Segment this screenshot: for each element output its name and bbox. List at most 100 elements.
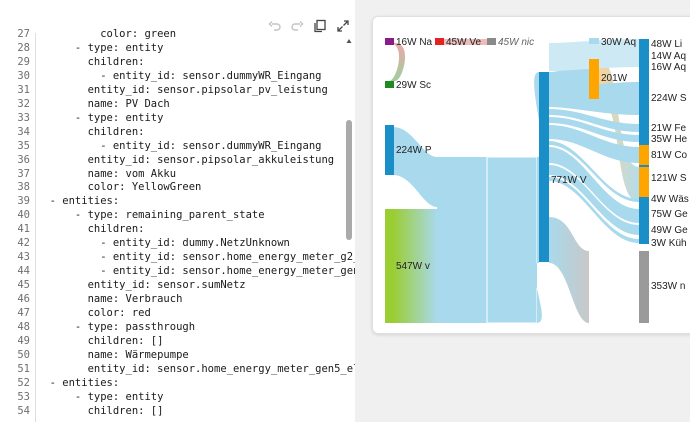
code-text[interactable]: children: []	[37, 404, 164, 418]
code-line[interactable]: 31 entity_id: sensor.pipsolar_pv_leistun…	[0, 83, 345, 97]
line-number: 40	[17, 209, 30, 222]
node-orange-seg1	[639, 145, 649, 165]
code-text[interactable]: entity_id: sensor.sumNetz	[37, 278, 246, 292]
code-text[interactable]: children:	[37, 222, 145, 236]
code-text[interactable]: color: red	[37, 306, 151, 320]
line-number: 49	[17, 334, 30, 347]
label-src1: 16W Na	[396, 37, 433, 48]
line-number: 27	[17, 28, 30, 40]
label-t9: 4W Wäs	[651, 194, 689, 205]
node-src3	[487, 38, 496, 45]
line-number: 30	[17, 69, 30, 82]
code-line[interactable]: 49 children: []	[0, 334, 345, 348]
line-number: 34	[17, 125, 30, 138]
label-src6: 547W v	[396, 261, 430, 272]
line-number: 29	[17, 55, 30, 68]
code-text[interactable]: - type: entity	[37, 390, 164, 404]
code-text[interactable]: - entities:	[37, 376, 120, 390]
code-line[interactable]: 46 name: Verbrauch	[0, 292, 345, 306]
code-text[interactable]: name: Verbrauch	[37, 292, 183, 306]
code-text[interactable]: name: Wärmepumpe	[37, 348, 189, 362]
code-text[interactable]: entity_id: sensor.home_energy_meter_gen5…	[37, 362, 355, 376]
label-src2: 45W Ve	[446, 37, 481, 48]
code-line[interactable]: 52 - entities:	[0, 376, 345, 390]
label-t12: 3W Küh	[651, 238, 687, 249]
line-number: 31	[17, 83, 30, 96]
code-text[interactable]: - type: passthrough	[37, 320, 195, 334]
code-text[interactable]: children:	[37, 125, 145, 139]
code-line[interactable]: 53 - type: entity	[0, 390, 345, 404]
code-line[interactable]: 45 entity_id: sensor.sumNetz	[0, 278, 345, 292]
line-number: 51	[17, 362, 30, 375]
line-number: 39	[17, 195, 30, 208]
code-text[interactable]: - entity_id: dummy.NetzUnknown	[37, 236, 290, 250]
code-line[interactable]: 34 children:	[0, 125, 345, 139]
label-right-201: 201W	[601, 73, 628, 84]
code-text[interactable]: - entity_id: sensor.home_energy_meter_g2…	[37, 250, 355, 264]
code-text[interactable]: name: vom Akku	[37, 167, 177, 181]
line-number: 44	[17, 265, 30, 278]
label-t10: 75W Ge	[651, 209, 688, 220]
code-text[interactable]: children: []	[37, 334, 164, 348]
yaml-editor[interactable]: 27 color: green 28 - type: entity 29 child…	[0, 0, 355, 422]
vertical-scrollbar[interactable]	[346, 120, 352, 240]
code-line[interactable]: 35 - entity_id: sensor.dummyWR_Eingang	[0, 139, 345, 153]
node-top	[589, 38, 599, 44]
link-pv	[393, 127, 437, 207]
code-text[interactable]: children:	[37, 55, 145, 69]
line-number: 45	[17, 279, 30, 292]
line-number: 32	[17, 97, 30, 110]
code-line[interactable]: 38 color: YellowGreen	[0, 180, 345, 194]
label-t6: 35W He	[651, 134, 688, 145]
link-red-green	[389, 43, 406, 81]
code-text[interactable]: - entity_id: sensor.dummyWR_Eingang	[37, 139, 321, 153]
label-src4: 29W Sc	[396, 80, 431, 91]
line-number: 54	[17, 404, 30, 417]
code-text[interactable]: - entity_id: sensor.dummyWR_Eingang	[37, 69, 321, 83]
label-src3: 45W nic	[498, 37, 534, 48]
node-src2	[435, 38, 444, 45]
label-right-top: 30W Aq	[601, 37, 636, 48]
code-line[interactable]: 32 name: PV Dach	[0, 97, 345, 111]
code-text[interactable]: - type: entity	[37, 41, 164, 55]
code-text[interactable]: name: PV Dach	[37, 97, 170, 111]
code-text[interactable]: - type: remaining_parent_state	[37, 208, 265, 222]
code-area[interactable]: 27 color: green 28 - type: entity 29 child…	[0, 28, 355, 422]
code-line[interactable]: 47 color: red	[0, 306, 345, 320]
code-line[interactable]: 40 - type: remaining_parent_state	[0, 208, 345, 222]
label-t4: 224W S	[651, 93, 687, 104]
code-line[interactable]: 27 color: green	[0, 27, 345, 41]
code-line[interactable]: 36 entity_id: sensor.pipsolar_akkuleistu…	[0, 153, 345, 167]
code-text[interactable]: color: YellowGreen	[37, 180, 202, 194]
line-number: 42	[17, 237, 30, 250]
code-line[interactable]: 43 - entity_id: sensor.home_energy_meter…	[0, 250, 355, 264]
code-text[interactable]: entity_id: sensor.pipsolar_akkuleistung	[37, 153, 335, 167]
code-text[interactable]: entity_id: sensor.pipsolar_pv_leistung	[37, 83, 328, 97]
code-line[interactable]: 42 - entity_id: dummy.NetzUnknown	[0, 236, 345, 250]
scroll-up-icon[interactable]	[346, 30, 352, 43]
node-mid	[539, 72, 549, 262]
code-text[interactable]: color: green	[37, 27, 176, 41]
code-line[interactable]: 37 name: vom Akku	[0, 167, 345, 181]
code-line[interactable]: 41 children:	[0, 222, 345, 236]
code-line[interactable]: 44 - entity_id: sensor.home_energy_meter…	[0, 264, 355, 278]
line-number: 33	[17, 111, 30, 124]
line-number: 50	[17, 348, 30, 361]
code-text[interactable]: - type: entity	[37, 111, 164, 125]
code-line[interactable]: 29 children:	[0, 55, 345, 69]
code-line[interactable]: 33 - type: entity	[0, 111, 345, 125]
link-bus-2	[486, 156, 538, 324]
code-line[interactable]: 48 - type: passthrough	[0, 320, 345, 334]
code-line[interactable]: 54 children: []	[0, 404, 345, 418]
code-line[interactable]: 50 name: Wärmepumpe	[0, 348, 345, 362]
code-line[interactable]: 51 entity_id: sensor.home_energy_meter_g…	[0, 362, 355, 376]
code-line[interactable]: 28 - type: entity	[0, 41, 345, 55]
code-line[interactable]: 39 - entities:	[0, 194, 345, 208]
link-bus-1	[437, 157, 487, 323]
code-text[interactable]: - entity_id: sensor.home_energy_meter_ge…	[37, 264, 355, 278]
line-number: 46	[17, 293, 30, 306]
code-line[interactable]: 30 - entity_id: sensor.dummyWR_Eingang	[0, 69, 345, 83]
label-t5: 21W Fe	[651, 123, 686, 134]
code-text[interactable]: - entities:	[37, 194, 120, 208]
node-orange	[589, 59, 599, 99]
